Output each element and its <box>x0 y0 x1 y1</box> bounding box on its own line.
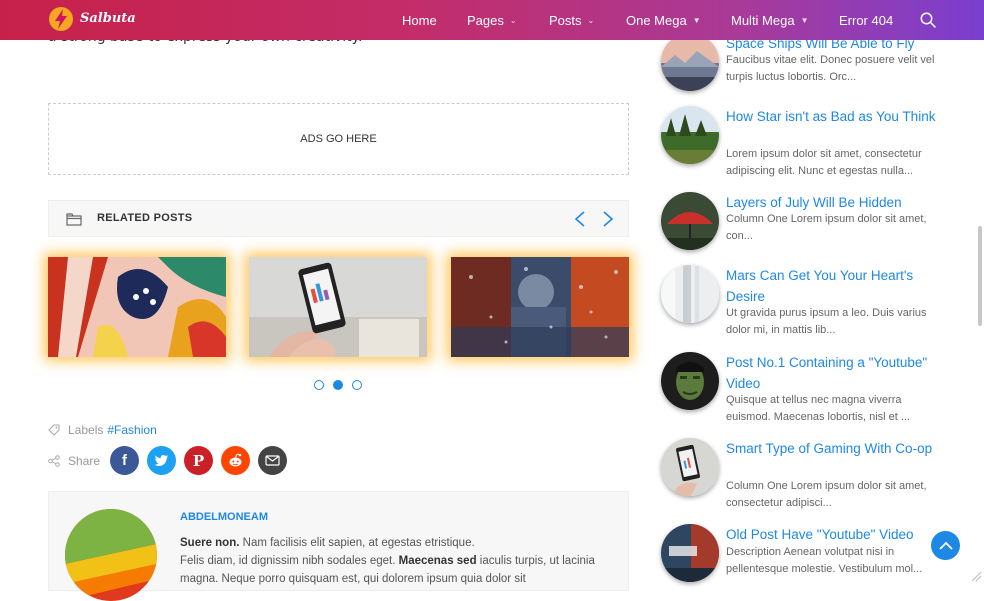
post-summary: Column One Lorem ipsum dolor sit amet, c… <box>726 480 927 509</box>
post-summary: Quisque at tellus nec magna viverra euis… <box>726 394 911 423</box>
mountain-image <box>661 33 719 91</box>
post-title-link[interactable]: Old Post Have "Youtube" Video <box>726 524 940 545</box>
bio-text: Nam facilisis elit sapien, at egestas et… <box>239 537 475 549</box>
carousel-dot[interactable] <box>352 380 362 390</box>
nav-one-mega[interactable]: One Mega ▼ <box>626 0 701 40</box>
twitter-share-button[interactable] <box>147 446 177 475</box>
post-title-link[interactable]: Post No.1 Containing a "Youtube" Video <box>726 352 940 394</box>
related-posts-header: RELATED POSTS <box>48 200 629 237</box>
post-thumbnail[interactable] <box>661 524 719 582</box>
author-avatar[interactable] <box>65 509 157 601</box>
ads-placeholder: ADS GO HERE <box>48 103 629 175</box>
post-summary: Column One Lorem ipsum dolor sit amet, c… <box>726 213 927 242</box>
post-title-link[interactable]: How Star isn't as Bad as You Think <box>726 106 940 127</box>
nav-pages[interactable]: Pages ⌄ <box>467 0 517 40</box>
chevron-down-icon: ⌄ <box>587 15 595 25</box>
ads-label: ADS GO HERE <box>300 133 377 145</box>
post-thumbnail[interactable] <box>661 352 719 410</box>
twitter-icon <box>154 455 169 466</box>
folder-icon <box>66 213 82 226</box>
facebook-share-button[interactable]: f <box>110 446 140 475</box>
post-title-link[interactable]: Mars Can Get You Your Heart's Desire <box>726 265 940 307</box>
forest-image <box>661 106 719 164</box>
post-labels: Labels #Fashion <box>48 423 157 437</box>
reddit-share-button[interactable] <box>221 446 251 475</box>
umbrella-image <box>661 192 719 250</box>
carousel-pagination <box>314 380 362 390</box>
bio-bold-text: Suere non. <box>180 537 240 549</box>
logo-text[interactable]: Salbuta <box>80 11 136 26</box>
facebook-icon: f <box>122 452 128 469</box>
post-thumbnail[interactable] <box>661 33 719 91</box>
related-post-thumbnail[interactable] <box>48 257 226 357</box>
carousel-dot[interactable] <box>314 380 324 390</box>
pinterest-icon: P <box>192 451 205 470</box>
post-thumbnail[interactable] <box>661 192 719 250</box>
abstract-art-image <box>48 257 226 357</box>
bio-text: Felis diam, id dignissim nibh sodales eg… <box>180 555 399 567</box>
scrollbar-thumb[interactable] <box>978 226 982 326</box>
white-curtain-image <box>661 265 719 323</box>
search-icon[interactable] <box>920 12 936 28</box>
post-title-link[interactable]: Smart Type of Gaming With Co-op <box>726 438 940 459</box>
nav-home[interactable]: Home <box>402 0 437 40</box>
caret-down-icon: ▼ <box>692 15 701 25</box>
carousel-prev-icon[interactable] <box>573 210 587 228</box>
share-bar: Share f P <box>48 446 295 475</box>
share-label: Share <box>68 453 101 468</box>
back-to-top-button[interactable] <box>931 531 960 560</box>
related-post-thumbnail[interactable] <box>249 257 427 357</box>
share-icon <box>48 454 60 467</box>
chevron-up-icon <box>938 541 953 550</box>
post-summary: Ut gravida purus ipsum a leo. Duis variu… <box>726 307 927 336</box>
carousel-dot-active[interactable] <box>333 380 343 390</box>
post-summary: Description Aenean volutpat nisi in pell… <box>726 546 923 575</box>
tag-icon <box>48 424 60 436</box>
email-share-button[interactable] <box>258 446 288 475</box>
video-cover-image <box>661 524 719 582</box>
hulk-image <box>661 352 719 410</box>
author-box: ABDELMONEAM Suere non. Nam facilisis eli… <box>48 491 629 601</box>
label-link-fashion[interactable]: #Fashion <box>107 423 156 437</box>
bio-bold-text: Maecenas sed <box>398 555 477 567</box>
author-name[interactable]: ABDELMONEAM <box>180 511 268 523</box>
chevron-down-icon: ⌄ <box>509 15 517 25</box>
rainy-window-image <box>451 257 629 357</box>
related-post-thumbnail[interactable] <box>451 257 629 357</box>
author-bio: Suere non. Nam facilisis elit sapien, at… <box>180 534 610 588</box>
post-title-link[interactable]: Layers of July Will Be Hidden <box>726 192 940 213</box>
reddit-icon <box>229 453 242 467</box>
resize-grip-icon[interactable] <box>968 568 982 582</box>
phone-chart-image <box>249 257 427 357</box>
caret-down-icon: ▼ <box>800 15 809 25</box>
email-icon <box>265 455 280 466</box>
labels-label: Labels <box>68 423 104 437</box>
fruit-slice-image <box>65 509 157 601</box>
post-thumbnail[interactable] <box>661 106 719 164</box>
phone-hand-image <box>661 438 719 496</box>
post-thumbnail[interactable] <box>661 438 719 496</box>
related-posts-title: RELATED POSTS <box>97 212 193 224</box>
nav-multi-mega[interactable]: Multi Mega ▼ <box>731 0 809 40</box>
carousel-next-icon[interactable] <box>601 210 615 228</box>
pinterest-share-button[interactable]: P <box>184 446 214 475</box>
nav-error-404[interactable]: Error 404 <box>839 0 893 40</box>
post-summary: Lorem ipsum dolor sit amet, consectetur … <box>726 148 922 177</box>
nav-posts[interactable]: Posts ⌄ <box>549 0 594 40</box>
post-thumbnail[interactable] <box>661 265 719 323</box>
logo-icon[interactable] <box>48 6 74 32</box>
top-navbar: Salbuta Home Pages ⌄ Posts ⌄ One Mega ▼ Mul… <box>0 0 984 40</box>
post-summary: Faucibus vitae elit. Donec posuere velit… <box>726 54 935 83</box>
